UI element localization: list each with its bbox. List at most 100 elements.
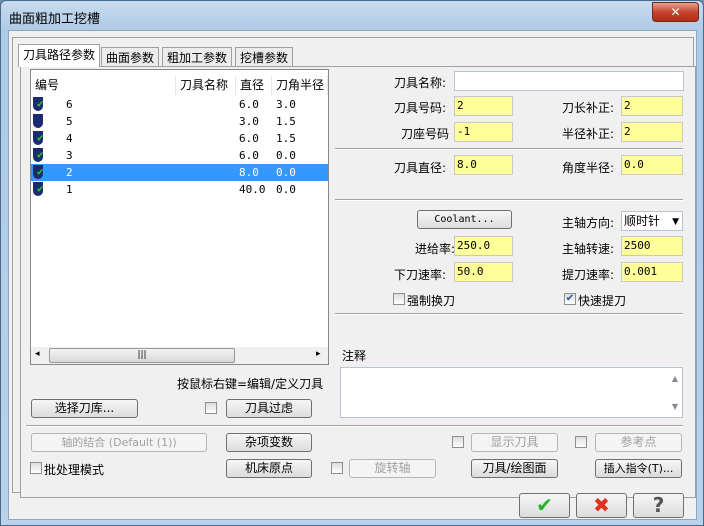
rotary-axis-checkbox[interactable] — [331, 462, 343, 474]
chevron-down-icon: ▼ — [672, 217, 679, 227]
reference-point-button[interactable]: 参考点 — [595, 433, 682, 452]
rapid-retract-label: 快速提刀 — [578, 294, 627, 308]
tool-icon: ✔ — [33, 165, 44, 179]
tab-pocket-params[interactable]: 挖槽参数 — [235, 47, 294, 66]
tool-list[interactable]: 编号 刀具名称 直径 刀角半径 ✔ 6 6.0 3.0 5 3.0 1.5 ✔ 4… — [30, 69, 329, 365]
diameter-label: 刀具直径: — [394, 161, 447, 175]
force-change-label: 强制换刀 — [407, 294, 456, 308]
spindle-direction-select[interactable]: 顺时针 ▼ — [621, 211, 683, 231]
show-tool-checkbox[interactable] — [452, 436, 464, 448]
help-button[interactable]: ? — [633, 493, 684, 518]
holder-number-input[interactable]: -1 — [454, 122, 513, 142]
spindle-speed-input[interactable]: 2500 — [621, 236, 683, 256]
corner-radius-input[interactable]: 0.0 — [621, 155, 683, 175]
comment-textarea[interactable]: ▲ ▼ — [340, 367, 683, 418]
holder-number-label: 刀座号码 — [401, 127, 450, 141]
tool-icon: ✔ — [33, 131, 44, 145]
tool-corner-radius: 0.0 — [276, 183, 296, 196]
hint-text: 按鼠标右键=编辑/定义刀具 — [177, 377, 324, 391]
machine-home-button[interactable]: 机床原点 — [226, 459, 312, 478]
tab-rough-params[interactable]: 粗加工参数 — [162, 47, 233, 66]
corner-radius-label: 角度半径: — [562, 161, 615, 175]
tool-diameter: 3.0 — [239, 115, 259, 128]
dialog-window: 曲面粗加工挖槽 ✕ 刀具路径参数 曲面参数 粗加工参数 挖槽参数 编号 刀具名称… — [0, 0, 704, 526]
feed-rate-input[interactable]: 250.0 — [454, 236, 513, 256]
radius-comp-input[interactable]: 2 — [621, 122, 683, 142]
scroll-down-icon[interactable]: ▼ — [672, 402, 678, 411]
header-tool-name[interactable]: 刀具名称 — [176, 76, 236, 95]
tool-number-input[interactable]: 2 — [454, 96, 513, 116]
tool-row[interactable]: ✔ 3 6.0 0.0 — [31, 147, 328, 164]
close-button[interactable]: ✕ — [652, 2, 699, 22]
spindle-direction-label: 主轴方向: — [562, 216, 615, 230]
tool-row[interactable]: ✔ 2 8.0 0.0 — [31, 164, 328, 181]
tool-diameter: 6.0 — [239, 132, 259, 145]
misc-values-button[interactable]: 杂项变数 — [226, 433, 312, 452]
tool-diameter: 8.0 — [239, 166, 259, 179]
tool-number-label: 刀具号码: — [394, 101, 447, 115]
tool-number: 3 — [66, 149, 73, 162]
header-diameter[interactable]: 直径 — [236, 76, 272, 95]
rotary-axis-button[interactable]: 旋转轴 — [349, 459, 436, 478]
tool-icon: ✔ — [33, 97, 44, 111]
scroll-up-icon[interactable]: ▲ — [672, 374, 678, 383]
separator — [335, 199, 683, 201]
diameter-input[interactable]: 8.0 — [454, 155, 513, 175]
separator — [335, 313, 683, 315]
plunge-rate-input[interactable]: 50.0 — [454, 262, 513, 282]
tool-row[interactable]: ✔ 6 6.0 3.0 — [31, 96, 328, 113]
rapid-retract-checkbox[interactable]: ✔ — [564, 293, 576, 305]
tool-name-input[interactable] — [454, 71, 684, 91]
tool-number: 1 — [66, 183, 73, 196]
filter-checkbox[interactable] — [205, 402, 217, 414]
scroll-right-icon[interactable]: ▸ — [316, 349, 321, 359]
tool-corner-radius: 0.0 — [276, 149, 296, 162]
coolant-button[interactable]: Coolant... — [417, 210, 512, 229]
scroll-thumb[interactable]: ||| — [49, 348, 235, 363]
check-icon: ✔ — [37, 182, 44, 195]
retract-rate-label: 提刀速率: — [562, 268, 615, 282]
select-library-button[interactable]: 选择刀库... — [31, 399, 138, 418]
window-title: 曲面粗加工挖槽 — [9, 12, 101, 27]
batch-mode-label: 批处理模式 — [44, 463, 105, 477]
tool-icon: ✔ — [33, 148, 44, 162]
comment-label: 注释 — [342, 349, 367, 363]
check-icon: ✔ — [37, 148, 44, 161]
tab-toolpath-params[interactable]: 刀具路径参数 — [18, 44, 101, 67]
tool-diameter: 40.0 — [239, 183, 266, 196]
tool-icon: ✔ — [33, 182, 44, 196]
tool-number: 6 — [66, 98, 73, 111]
radius-comp-label: 半径补正: — [562, 127, 615, 141]
ok-button[interactable]: ✔ — [519, 493, 570, 518]
spindle-direction-value: 顺时针 — [624, 214, 661, 228]
reference-point-checkbox[interactable] — [575, 436, 587, 448]
horizontal-scrollbar[interactable]: ◂ ||| ▸ — [31, 347, 328, 364]
batch-mode-checkbox[interactable] — [30, 462, 42, 474]
tool-name-label: 刀具名称: — [394, 76, 447, 90]
tool-row[interactable]: 5 3.0 1.5 — [31, 113, 328, 130]
check-icon: ✔ — [37, 97, 44, 110]
scroll-left-icon[interactable]: ◂ — [35, 349, 40, 359]
show-tool-button[interactable]: 显示刀具 — [471, 433, 558, 452]
tool-row[interactable]: ✔ 1 40.0 0.0 — [31, 181, 328, 198]
cancel-button[interactable]: ✖ — [576, 493, 627, 518]
force-change-checkbox[interactable] — [393, 293, 405, 305]
tool-filter-button[interactable]: 刀具过虑 — [226, 399, 312, 418]
header-corner-radius[interactable]: 刀角半径 — [272, 76, 328, 95]
retract-rate-input[interactable]: 0.001 — [621, 262, 683, 282]
tool-number: 4 — [66, 132, 73, 145]
separator — [335, 148, 683, 150]
tool-icon — [33, 114, 43, 128]
length-comp-label: 刀长补正: — [562, 101, 615, 115]
header-number[interactable]: 编号 — [31, 76, 176, 95]
tool-corner-radius: 1.5 — [276, 132, 296, 145]
insert-directive-button[interactable]: 插入指令(T)... — [595, 459, 682, 478]
tool-plane-button[interactable]: 刀具/绘图面 — [471, 459, 558, 478]
length-comp-input[interactable]: 2 — [621, 96, 683, 116]
tool-row[interactable]: ✔ 4 6.0 1.5 — [31, 130, 328, 147]
feed-rate-label: 进给率: — [415, 242, 456, 256]
tool-diameter: 6.0 — [239, 98, 259, 111]
axis-combination-button[interactable]: 轴的结合 (Default (1)) — [31, 433, 207, 452]
tab-surface-params[interactable]: 曲面参数 — [101, 47, 160, 66]
check-icon: ✔ — [37, 165, 44, 178]
